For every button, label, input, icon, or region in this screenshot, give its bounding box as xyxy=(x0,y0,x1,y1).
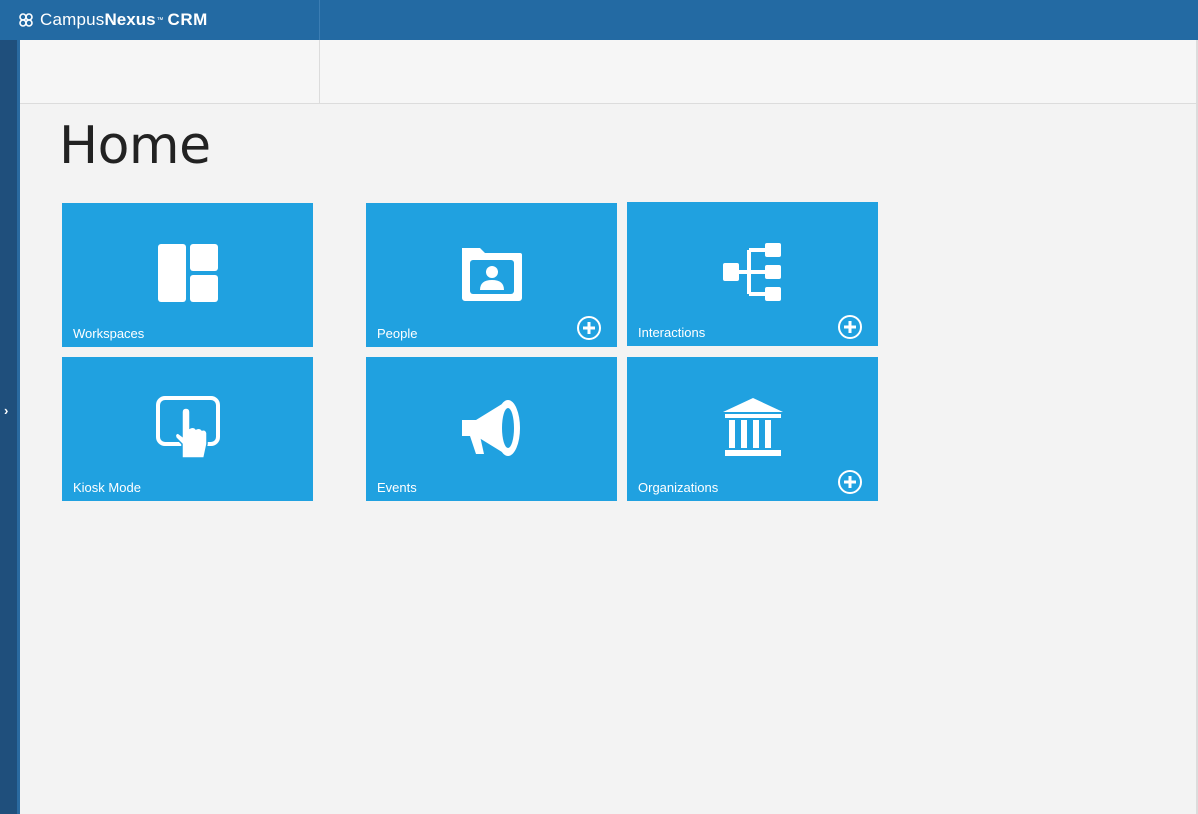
sidebar-expand-rail[interactable]: › xyxy=(0,40,20,814)
page-title: Home xyxy=(59,116,211,176)
tile-label: Interactions xyxy=(638,325,706,340)
sub-header xyxy=(20,40,1198,104)
megaphone-icon xyxy=(461,400,520,456)
brand-trademark: ™ xyxy=(156,16,164,24)
tile-people[interactable]: People xyxy=(366,203,617,347)
institution-icon xyxy=(722,398,783,456)
add-person-icon[interactable] xyxy=(576,315,602,341)
tile-interactions[interactable]: Interactions xyxy=(627,202,878,346)
campusnexus-logo-icon xyxy=(19,13,33,27)
top-bar: Campus Nexus ™ CRM xyxy=(0,0,1198,40)
app-logo[interactable]: Campus Nexus ™ CRM xyxy=(0,0,320,40)
add-interaction-icon[interactable] xyxy=(837,314,863,340)
workspaces-icon xyxy=(157,244,218,302)
tile-label: Events xyxy=(377,480,417,495)
tile-label: People xyxy=(377,326,418,341)
tile-workspaces[interactable]: Workspaces xyxy=(62,203,313,347)
add-organization-icon[interactable] xyxy=(837,469,863,495)
chevron-right-icon[interactable]: › xyxy=(4,403,8,418)
sub-header-divider xyxy=(319,40,320,103)
tile-events[interactable]: Events xyxy=(366,357,617,501)
tile-organizations[interactable]: Organizations xyxy=(627,357,878,501)
interactions-tree-icon xyxy=(722,243,781,301)
people-folder-icon xyxy=(461,248,522,301)
tile-label: Organizations xyxy=(638,480,719,495)
kiosk-touch-icon xyxy=(155,396,220,459)
brand-campus: Campus xyxy=(40,10,105,29)
brand-nexus: Nexus xyxy=(104,10,156,29)
tile-label: Kiosk Mode xyxy=(73,480,141,495)
tile-label: Workspaces xyxy=(73,326,145,341)
brand-crm: CRM xyxy=(167,10,208,29)
tile-kiosk-mode[interactable]: Kiosk Mode xyxy=(62,357,313,501)
